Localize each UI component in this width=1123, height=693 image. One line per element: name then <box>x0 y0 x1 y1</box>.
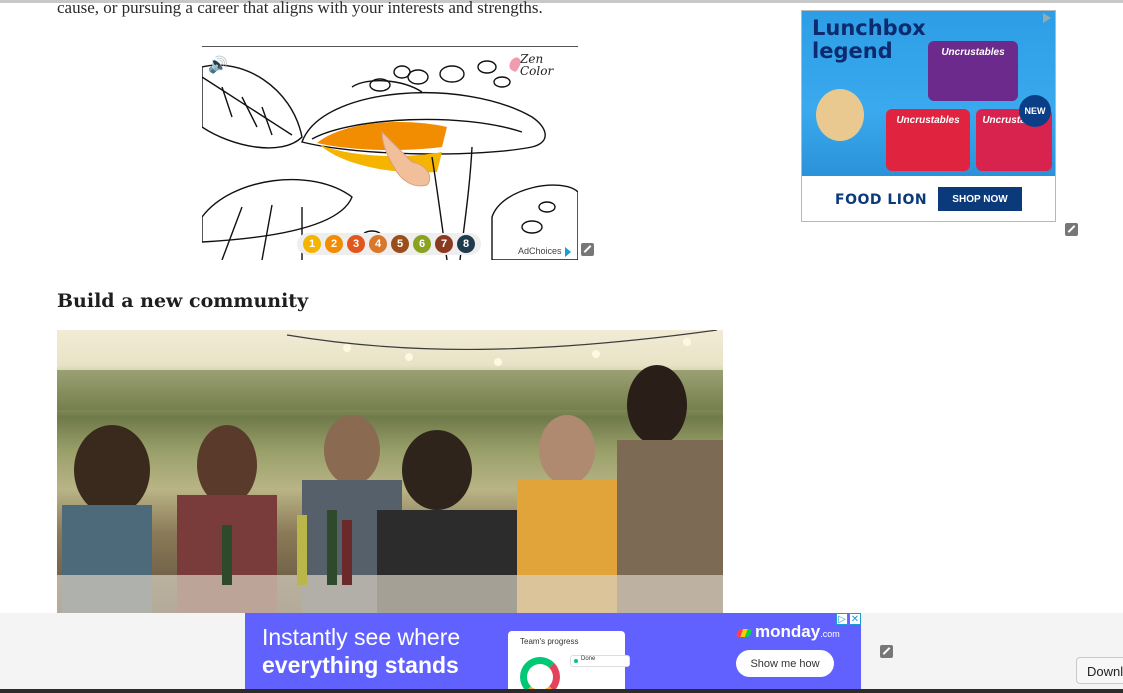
palette-color-3[interactable]: 3 <box>347 235 365 253</box>
product-name-2: Uncrustables <box>896 115 960 126</box>
adchoices-text: AdChoices <box>518 246 562 256</box>
new-badge: NEW <box>1019 95 1051 127</box>
photo-illustration <box>57 330 723 620</box>
shop-now-button[interactable]: SHOP NOW <box>938 187 1022 211</box>
lunchbox-title-line1: Lunchbox <box>812 16 926 40</box>
zen-color-logo: Zen Color <box>507 53 554 78</box>
palette-color-6[interactable]: 6 <box>413 235 431 253</box>
monday-logo: monday.com <box>735 622 840 642</box>
lunchbox-hero: Lunchbox legend Uncrustables Uncrustable… <box>802 11 1055 176</box>
progress-donut-chart <box>520 657 560 693</box>
lunchbox-title: Lunchbox legend <box>812 17 926 63</box>
community-dinner-photo <box>57 330 723 620</box>
show-me-how-button[interactable]: Show me how <box>736 650 834 677</box>
download-button[interactable]: Downl <box>1076 657 1123 684</box>
palette-color-5[interactable]: 5 <box>391 235 409 253</box>
section-heading: Build a new community <box>57 290 309 312</box>
ad-info-icon[interactable] <box>1043 13 1051 23</box>
product-box-grape: Uncrustables <box>928 41 1018 101</box>
palette-color-1[interactable]: 1 <box>303 235 321 253</box>
palette-color-2[interactable]: 2 <box>325 235 343 253</box>
edit-ad-icon-3[interactable] <box>880 645 893 658</box>
article-intro-text: cause, or pursuing a career that aligns … <box>57 0 543 17</box>
monday-headline: Instantly see where everything stands <box>262 623 460 679</box>
product-name-1: Uncrustables <box>941 47 1005 58</box>
status-done-label: Done <box>570 655 630 667</box>
zen-logo-line2: Color <box>520 64 554 78</box>
monday-headline-line1: Instantly see where <box>262 624 461 650</box>
edit-ad-icon[interactable] <box>581 243 594 256</box>
team-progress-title: Team's progress <box>520 637 579 646</box>
monday-ad-banner[interactable]: Instantly see where everything stands Te… <box>245 613 861 693</box>
adchoices-icon <box>564 246 571 257</box>
color-palette: 12345678 <box>297 233 481 255</box>
lunchbox-footer: FOOD LION SHOP NOW <box>802 176 1055 221</box>
monday-logo-text: monday <box>755 622 821 641</box>
product-box-strawberry: Uncrustables <box>886 109 970 171</box>
monday-logo-suffix: .com <box>820 629 840 639</box>
palette-color-4[interactable]: 4 <box>369 235 387 253</box>
zen-color-ad[interactable]: 🔊 Zen Color 12345678 AdChoices <box>202 46 578 260</box>
palette-color-7[interactable]: 7 <box>435 235 453 253</box>
mushroom-coloring-art <box>202 60 578 260</box>
adchoices-label[interactable]: AdChoices <box>516 246 573 257</box>
bottom-bar <box>0 689 1123 693</box>
monday-logo-mark <box>735 629 753 637</box>
close-ad-icon[interactable]: ✕ <box>849 613 861 625</box>
lunchbox-title-line2: legend <box>812 39 893 63</box>
team-progress-card: Team's progress Done <box>508 631 630 693</box>
palette-color-8[interactable]: 8 <box>457 235 475 253</box>
food-lion-logo: FOOD LION <box>835 192 928 208</box>
speaker-icon[interactable]: 🔊 <box>208 55 228 75</box>
ad-controls: ▷ ✕ <box>836 613 861 625</box>
edit-ad-icon-2[interactable] <box>1065 223 1078 236</box>
lunchbox-ad[interactable]: Lunchbox legend Uncrustables Uncrustable… <box>801 10 1056 222</box>
monday-headline-line2: everything stands <box>262 652 459 678</box>
sandwich-mascot <box>816 89 864 141</box>
adchoices-icon[interactable]: ▷ <box>836 613 848 625</box>
